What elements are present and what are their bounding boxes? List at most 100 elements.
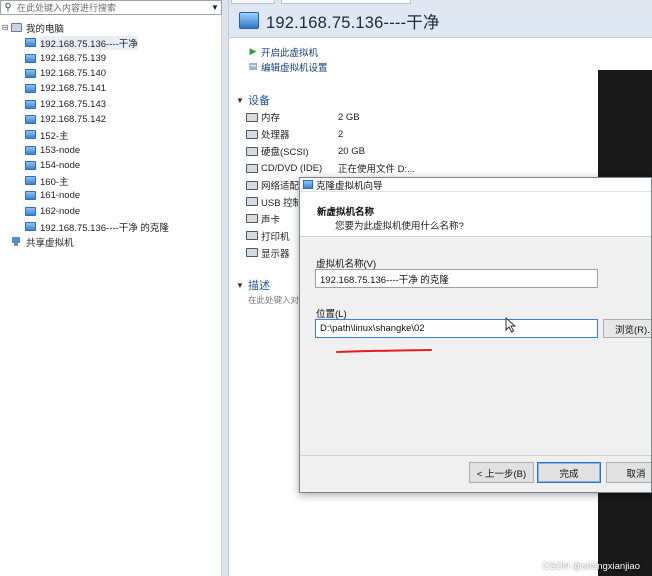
computer-icon	[10, 23, 22, 33]
device-icon	[246, 197, 258, 207]
devices-heading: 设备	[248, 95, 270, 107]
device-icon	[246, 129, 258, 139]
tree-node-label: 192.168.75.140	[40, 68, 107, 80]
tree-node-label: 192.168.75.136----干净 的克隆	[40, 222, 169, 234]
tree-node-vm[interactable]: 162-node	[0, 204, 222, 219]
tree-node-label: 192.168.75.141	[40, 83, 107, 95]
wizard-heading: 新虚拟机名称	[317, 207, 375, 218]
vm-icon	[24, 222, 36, 232]
footer-divider	[300, 455, 651, 456]
vm-icon	[24, 53, 36, 63]
vm-icon	[303, 180, 313, 189]
device-name: 内存	[261, 113, 281, 125]
vm-icon	[239, 12, 259, 29]
description-placeholder[interactable]: 在此处键入对	[248, 294, 299, 306]
tree-node-vm[interactable]: 192.168.75.143	[0, 96, 222, 111]
tree-node-label: 160-主	[40, 176, 69, 188]
device-row[interactable]: 处理器 2	[246, 126, 446, 143]
tree-node-my-computer[interactable]: ⊟ 我的电脑	[0, 20, 222, 35]
dialog-title: 克隆虚拟机向导	[316, 180, 383, 192]
power-on-label: 开启此虚拟机	[261, 47, 319, 59]
vm-header: 192.168.75.136----干净	[229, 4, 652, 38]
tree-node-vm[interactable]: 154-node	[0, 158, 222, 173]
device-name: 处理器	[261, 130, 290, 142]
description-heading: 描述	[248, 280, 270, 292]
vm-icon	[24, 130, 36, 140]
device-icon	[246, 112, 258, 122]
finish-button[interactable]: 完成	[537, 462, 601, 483]
vm-icon	[24, 84, 36, 94]
device-value: 正在使用文件 D:...	[338, 164, 416, 176]
vm-icon	[24, 191, 36, 201]
vm-tree: ⊟ 我的电脑 192.168.75.136----干净 192.168.75.139 1…	[0, 20, 222, 249]
tree-node-label: 154-node	[40, 159, 81, 171]
settings-edit-icon: ▤	[248, 61, 258, 71]
red-annotation-underline	[336, 349, 432, 353]
device-name: 硬盘(SCSI)	[261, 147, 309, 159]
tree-node-vm[interactable]: 161-node	[0, 188, 222, 203]
tree-node-label: 192.168.75.143	[40, 98, 107, 110]
tree-node-vm[interactable]: 192.168.75.139	[0, 51, 222, 66]
location-label: 位置(L)	[316, 309, 347, 320]
vm-icon	[24, 99, 36, 109]
cancel-button[interactable]: 取消	[606, 462, 651, 483]
description-section-toggle[interactable]: ▼ 描述	[236, 277, 270, 293]
tree-node-vm[interactable]: 192.168.75.141	[0, 81, 222, 96]
device-icon	[246, 231, 258, 241]
tree-node-vm[interactable]: 192.168.75.136----干净 的克隆	[0, 219, 222, 234]
vm-title: 192.168.75.136----干净	[266, 13, 440, 32]
device-row[interactable]: 硬盘(SCSI) 20 GB	[246, 143, 446, 160]
chevron-down-icon[interactable]: ▼	[209, 3, 221, 12]
vm-icon	[24, 38, 36, 48]
device-row[interactable]: CD/DVD (IDE) 正在使用文件 D:...	[246, 160, 446, 177]
tree-node-vm[interactable]: 192.168.75.136----干净	[0, 35, 222, 50]
tree-node-label: 192.168.75.136----干净	[40, 35, 138, 50]
shared-vm-icon	[10, 236, 22, 247]
vm-icon	[24, 114, 36, 124]
watermark: CSDN @shangxianjiao	[542, 561, 640, 572]
wizard-header: 新虚拟机名称 您要为此虚拟机使用什么名称?	[300, 192, 651, 237]
tree-node-label: 153-node	[40, 144, 81, 156]
device-icon	[246, 180, 258, 190]
tree-node-label: 162-node	[40, 205, 81, 217]
tree-node-label: 192.168.75.142	[40, 113, 107, 125]
edit-settings-link[interactable]: ▤ 编辑虚拟机设置	[248, 59, 328, 74]
tree-node-label: 192.168.75.139	[40, 52, 107, 64]
device-icon	[246, 214, 258, 224]
tree-node-shared-vms[interactable]: 共享虚拟机	[0, 234, 222, 249]
device-icon	[246, 248, 258, 258]
wizard-question: 您要为此虚拟机使用什么名称?	[335, 221, 464, 232]
collapse-icon[interactable]: ⊟	[0, 23, 10, 32]
vm-actions: ▶ 开启此虚拟机 ▤ 编辑虚拟机设置	[248, 44, 328, 74]
panel-splitter[interactable]	[222, 0, 229, 576]
device-icon	[246, 163, 258, 173]
mouse-cursor-icon	[505, 317, 517, 333]
devices-section-toggle[interactable]: ▼ 设备	[236, 92, 270, 108]
library-search-input[interactable]: ⚲ 在此处键入内容进行搜索 ▼	[0, 0, 222, 15]
vm-icon	[24, 160, 36, 170]
vm-icon	[24, 69, 36, 79]
location-input[interactable]: D:\path\linux\shangke\02	[315, 319, 598, 338]
device-row[interactable]: 内存 2 GB	[246, 109, 446, 126]
edit-settings-label: 编辑虚拟机设置	[261, 62, 328, 74]
play-icon: ▶	[249, 46, 257, 56]
power-on-link[interactable]: ▶ 开启此虚拟机	[248, 44, 328, 59]
tree-node-vm[interactable]: 160-主	[0, 173, 222, 188]
collapse-icon: ▼	[236, 280, 244, 290]
tree-node-label: 152-主	[40, 130, 69, 142]
tree-node-vm[interactable]: 152-主	[0, 127, 222, 142]
tree-node-label: 161-node	[40, 190, 81, 202]
dialog-titlebar[interactable]: 克隆虚拟机向导	[300, 178, 651, 192]
tree-node-vm[interactable]: 192.168.75.142	[0, 112, 222, 127]
device-value: 20 GB	[338, 145, 365, 157]
vm-name-input[interactable]: 192.168.75.136----干净 的克隆	[315, 269, 598, 288]
tree-node-vm[interactable]: 192.168.75.140	[0, 66, 222, 81]
device-value: 2	[338, 128, 344, 140]
tree-node-label: 共享虚拟机	[26, 237, 74, 249]
back-button[interactable]: < 上一步(B)	[469, 462, 534, 483]
tree-node-vm[interactable]: 153-node	[0, 142, 222, 157]
browse-button[interactable]: 浏览(R)...	[603, 319, 651, 338]
collapse-icon: ▼	[236, 95, 244, 105]
device-name: CD/DVD (IDE)	[261, 162, 323, 174]
vm-icon	[24, 176, 36, 186]
